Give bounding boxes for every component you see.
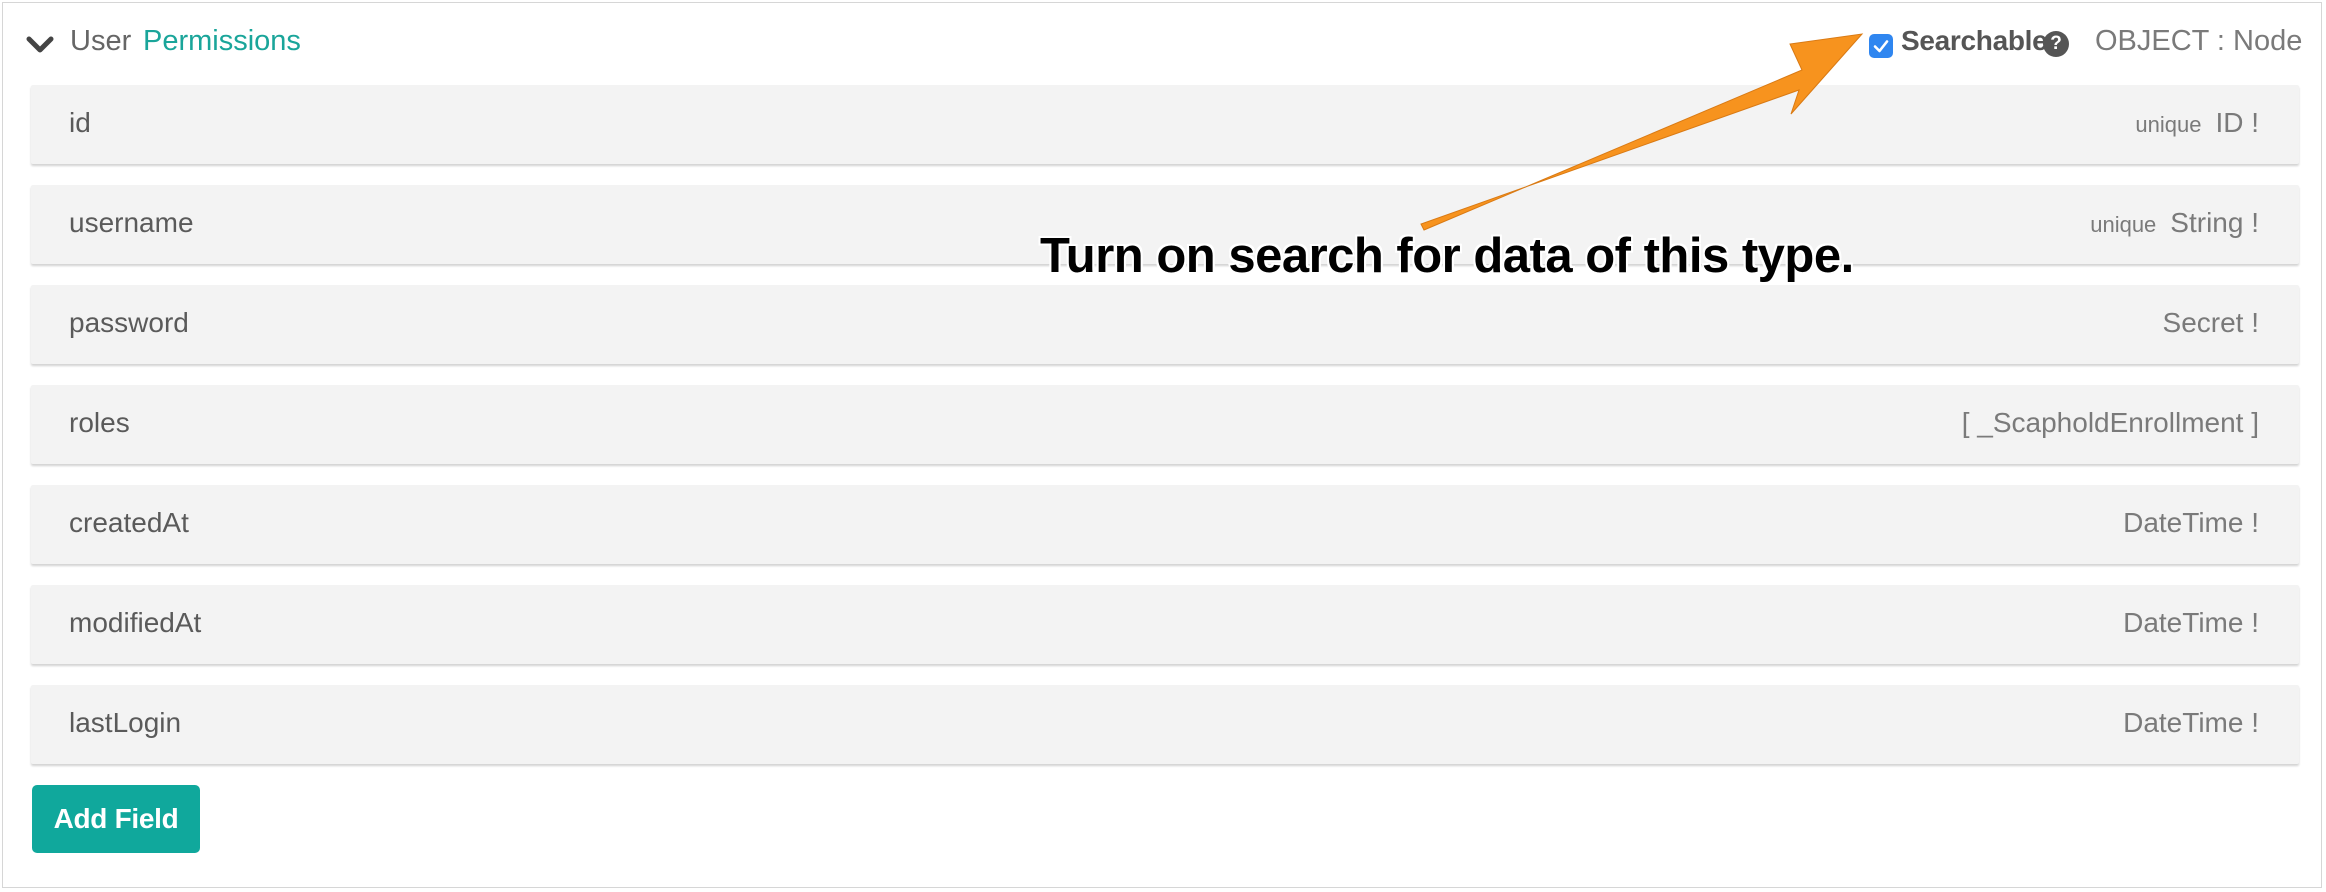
arrow-icon xyxy=(1420,33,1864,231)
annotation-text: Turn on search for data of this type. xyxy=(1040,229,1854,283)
